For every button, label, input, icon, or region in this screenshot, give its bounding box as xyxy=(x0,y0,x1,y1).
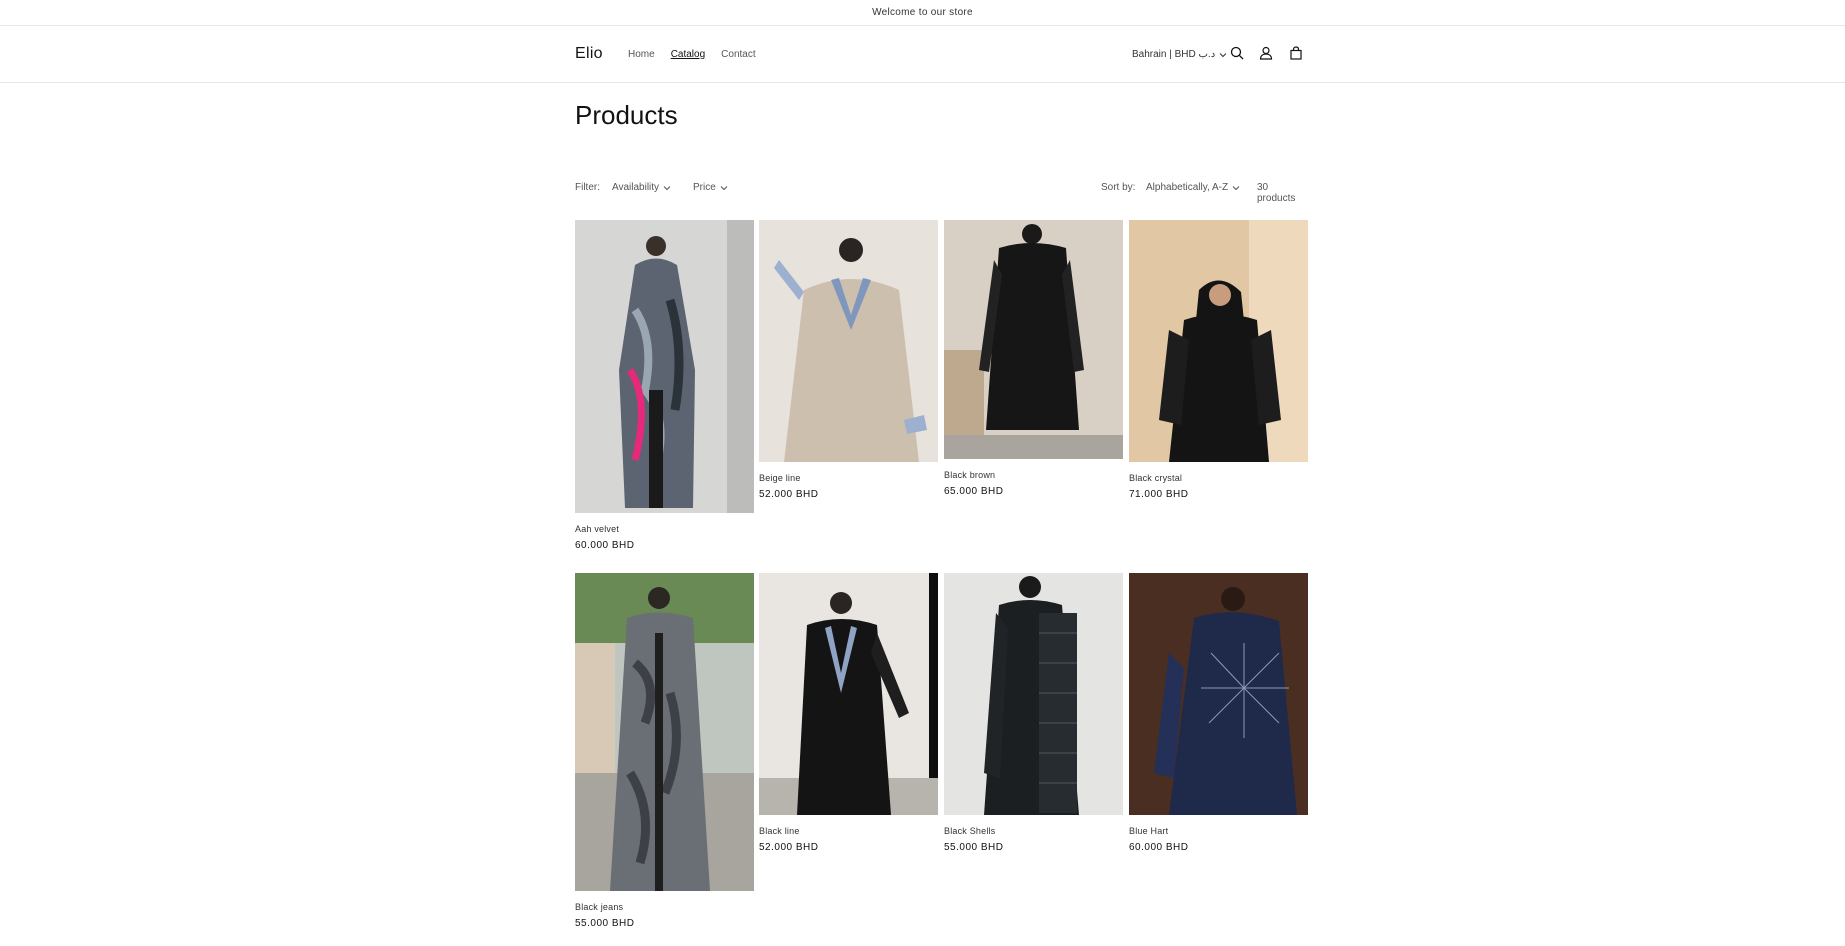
product-card[interactable]: Black crystal 71.000 BHD xyxy=(1129,220,1308,500)
product-price: 71.000 BHD xyxy=(1129,489,1189,500)
product-price: 52.000 BHD xyxy=(759,489,819,500)
product-price: 65.000 BHD xyxy=(944,486,1004,497)
product-card[interactable]: Beige line 52.000 BHD xyxy=(759,220,938,500)
chevron-down-icon xyxy=(1219,52,1227,58)
cart-icon[interactable] xyxy=(1287,44,1305,62)
product-card[interactable]: Aah velvet 60.000 BHD xyxy=(575,220,754,551)
product-title[interactable]: Black crystal xyxy=(1129,473,1308,483)
nav-home[interactable]: Home xyxy=(628,49,655,60)
product-price: 55.000 BHD xyxy=(944,842,1004,853)
nav-catalog[interactable]: Catalog xyxy=(671,49,705,60)
page-title: Products xyxy=(575,100,678,130)
chevron-down-icon xyxy=(663,185,671,191)
product-title[interactable]: Black Shells xyxy=(944,826,1123,836)
product-title[interactable]: Black line xyxy=(759,826,938,836)
product-title[interactable]: Black brown xyxy=(944,470,1123,480)
announcement-text: Welcome to our store xyxy=(872,7,973,18)
sort-value: Alphabetically, A-Z xyxy=(1146,182,1229,193)
availability-filter[interactable]: Availability xyxy=(612,182,671,193)
store-logo[interactable]: Elio xyxy=(575,45,603,63)
filter-sort-bar: Filter: Availability Price Sort by: Alph… xyxy=(575,182,1308,204)
product-image[interactable] xyxy=(1129,220,1308,462)
product-image[interactable] xyxy=(575,573,754,891)
product-image[interactable] xyxy=(944,220,1123,459)
site-header: Elio Home Catalog Contact Bahrain | BHD … xyxy=(0,25,1845,83)
product-card[interactable]: Black jeans 55.000 BHD xyxy=(575,573,754,929)
chevron-down-icon xyxy=(720,185,728,191)
product-price: 55.000 BHD xyxy=(575,918,635,929)
product-price: 60.000 BHD xyxy=(575,540,635,551)
account-icon[interactable] xyxy=(1257,44,1275,62)
price-filter[interactable]: Price xyxy=(693,182,728,193)
product-title[interactable]: Blue Hart xyxy=(1129,826,1308,836)
product-image[interactable] xyxy=(575,220,754,513)
product-card[interactable]: Blue Hart 60.000 BHD xyxy=(1129,573,1308,853)
product-image[interactable] xyxy=(759,220,938,462)
filter-label: Filter: xyxy=(575,182,600,193)
product-image[interactable] xyxy=(759,573,938,815)
country-label: Bahrain | BHD د.ب xyxy=(1132,49,1216,60)
product-count: 30 products xyxy=(1257,182,1296,204)
product-card[interactable]: Black Shells 55.000 BHD xyxy=(944,573,1123,853)
product-price: 60.000 BHD xyxy=(1129,842,1189,853)
country-selector[interactable]: Bahrain | BHD د.ب xyxy=(1132,49,1227,60)
availability-label: Availability xyxy=(612,182,660,193)
product-price: 52.000 BHD xyxy=(759,842,819,853)
announcement-bar: Welcome to our store xyxy=(0,0,1845,26)
product-card[interactable]: Black brown 65.000 BHD xyxy=(944,220,1123,497)
sort-select[interactable]: Alphabetically, A-Z xyxy=(1146,182,1240,193)
product-title[interactable]: Beige line xyxy=(759,473,938,483)
chevron-down-icon xyxy=(1232,185,1240,191)
product-title[interactable]: Black jeans xyxy=(575,902,754,912)
product-image[interactable] xyxy=(1129,573,1308,815)
product-title[interactable]: Aah velvet xyxy=(575,524,754,534)
product-card[interactable]: Black line 52.000 BHD xyxy=(759,573,938,853)
search-icon[interactable] xyxy=(1228,44,1246,62)
price-label: Price xyxy=(693,182,716,193)
main-nav: Home Catalog Contact xyxy=(628,49,756,60)
product-image[interactable] xyxy=(944,573,1123,815)
sort-label: Sort by: xyxy=(1101,182,1136,193)
nav-contact[interactable]: Contact xyxy=(721,49,755,60)
